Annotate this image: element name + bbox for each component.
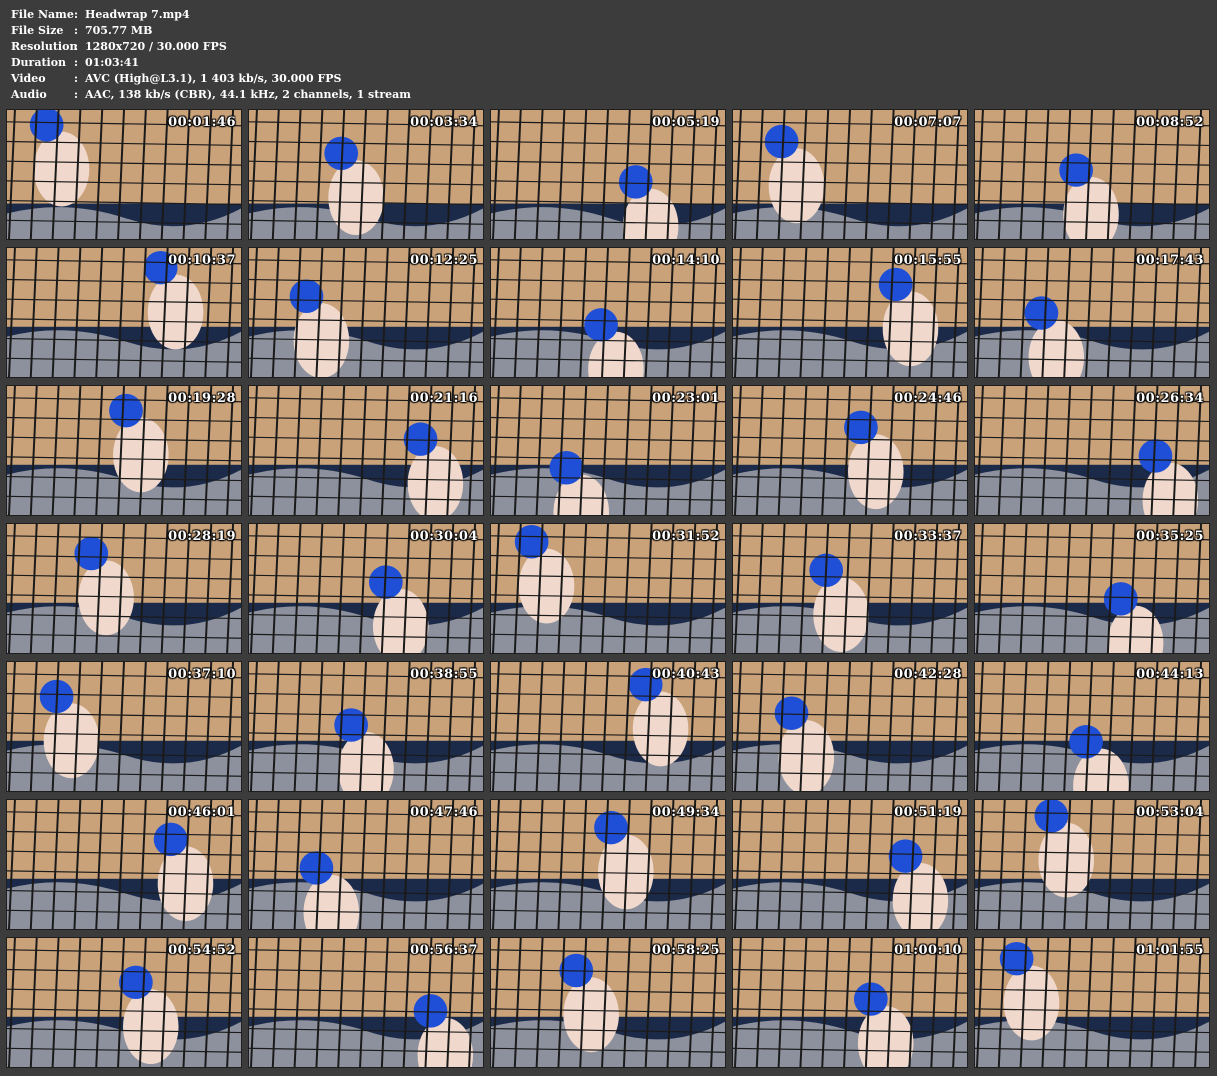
thumbnail-timestamp: 01:00:10	[894, 943, 962, 958]
thumbnail-timestamp: 00:05:19	[652, 115, 720, 130]
info-row: Audio: AAC, 138 kb/s (CBR), 44.1 kHz, 2 c…	[11, 87, 411, 103]
thumbnail-timestamp: 00:15:55	[894, 253, 962, 268]
thumbnail-timestamp: 00:23:01	[652, 391, 720, 406]
video-thumbnail[interactable]: 00:19:28	[6, 385, 242, 516]
info-separator: :	[74, 72, 79, 85]
video-thumbnail[interactable]: 00:15:55	[732, 247, 968, 378]
thumbnail-timestamp: 00:49:34	[652, 805, 720, 820]
info-separator: :	[74, 24, 79, 37]
video-thumbnail[interactable]: 00:03:34	[248, 109, 484, 240]
video-thumbnail[interactable]: 00:40:43	[490, 661, 726, 792]
info-row: Duration:01:03:41	[11, 55, 411, 71]
thumbnail-timestamp: 00:21:16	[410, 391, 478, 406]
thumbnail-timestamp: 00:26:34	[1136, 391, 1204, 406]
info-row: File Name: Headwrap 7.mp4	[11, 7, 411, 23]
info-value: 1280x720 / 30.000 FPS	[85, 40, 227, 53]
video-thumbnail[interactable]: 00:56:37	[248, 937, 484, 1068]
thumbnail-timestamp: 00:24:46	[894, 391, 962, 406]
video-thumbnail[interactable]: 00:38:55	[248, 661, 484, 792]
video-thumbnail[interactable]: 00:05:19	[490, 109, 726, 240]
thumbnail-timestamp: 00:07:07	[894, 115, 962, 130]
video-thumbnail[interactable]: 01:01:55	[974, 937, 1210, 1068]
thumbnail-timestamp: 00:42:28	[894, 667, 962, 682]
video-thumbnail[interactable]: 00:47:46	[248, 799, 484, 930]
video-thumbnail[interactable]: 00:12:25	[248, 247, 484, 378]
video-thumbnail[interactable]: 00:28:19	[6, 523, 242, 654]
video-thumbnail[interactable]: 00:08:52	[974, 109, 1210, 240]
thumbnail-timestamp: 00:38:55	[410, 667, 478, 682]
info-row: Video: AVC (High@L3.1), 1 403 kb/s, 30.00…	[11, 71, 411, 87]
info-label: Resolution	[11, 40, 78, 53]
info-label: Video	[11, 72, 46, 85]
video-thumbnail[interactable]: 00:10:37	[6, 247, 242, 378]
thumbnail-timestamp: 00:14:10	[652, 253, 720, 268]
info-separator: :	[74, 56, 79, 69]
video-thumbnail[interactable]: 00:23:01	[490, 385, 726, 516]
thumbnail-timestamp: 00:40:43	[652, 667, 720, 682]
video-thumbnail[interactable]: 00:33:37	[732, 523, 968, 654]
info-value: AVC (High@L3.1), 1 403 kb/s, 30.000 FPS	[85, 72, 342, 85]
info-label: Audio	[11, 88, 47, 101]
thumbnail-grid: 00:01:46 00:03:34 00:05:19 00:07:07 00:08:52…	[6, 109, 1211, 1070]
info-value: 705.77 MB	[85, 24, 153, 37]
info-label: Duration	[11, 56, 67, 69]
thumbnail-timestamp: 00:56:37	[410, 943, 478, 958]
thumbnail-timestamp: 00:37:10	[168, 667, 236, 682]
video-thumbnail[interactable]: 00:46:01	[6, 799, 242, 930]
thumbnail-timestamp: 00:01:46	[168, 115, 236, 130]
video-thumbnail[interactable]: 00:54:52	[6, 937, 242, 1068]
video-thumbnail[interactable]: 00:35:25	[974, 523, 1210, 654]
video-thumbnail[interactable]: 00:01:46	[6, 109, 242, 240]
file-info-panel: File Name: Headwrap 7.mp4 File Size:705.77…	[11, 7, 411, 103]
thumbnail-timestamp: 00:46:01	[168, 805, 236, 820]
thumbnail-timestamp: 00:31:52	[652, 529, 720, 544]
video-thumbnail[interactable]: 00:17:43	[974, 247, 1210, 378]
video-thumbnail[interactable]: 00:24:46	[732, 385, 968, 516]
video-thumbnail[interactable]: 00:07:07	[732, 109, 968, 240]
thumbnail-timestamp: 00:47:46	[410, 805, 478, 820]
thumbnail-timestamp: 00:17:43	[1136, 253, 1204, 268]
info-label: File Size	[11, 24, 64, 37]
video-thumbnail[interactable]: 00:49:34	[490, 799, 726, 930]
thumbnail-timestamp: 00:51:19	[894, 805, 962, 820]
video-thumbnail[interactable]: 00:53:04	[974, 799, 1210, 930]
thumbnail-timestamp: 01:01:55	[1136, 943, 1204, 958]
thumbnail-timestamp: 00:54:52	[168, 943, 236, 958]
thumbnail-timestamp: 00:28:19	[168, 529, 236, 544]
video-thumbnail[interactable]: 00:14:10	[490, 247, 726, 378]
video-thumbnail[interactable]: 01:00:10	[732, 937, 968, 1068]
thumbnail-timestamp: 00:08:52	[1136, 115, 1204, 130]
thumbnail-timestamp: 00:53:04	[1136, 805, 1204, 820]
thumbnail-timestamp: 00:30:04	[410, 529, 478, 544]
thumbnail-timestamp: 00:35:25	[1136, 529, 1204, 544]
thumbnail-timestamp: 00:58:25	[652, 943, 720, 958]
video-thumbnail[interactable]: 00:51:19	[732, 799, 968, 930]
video-thumbnail[interactable]: 00:26:34	[974, 385, 1210, 516]
thumbnail-timestamp: 00:19:28	[168, 391, 236, 406]
info-separator: :	[74, 8, 79, 21]
info-row: File Size:705.77 MB	[11, 23, 411, 39]
video-thumbnail[interactable]: 00:37:10	[6, 661, 242, 792]
video-thumbnail[interactable]: 00:42:28	[732, 661, 968, 792]
thumbnail-timestamp: 00:12:25	[410, 253, 478, 268]
info-separator: :	[74, 40, 79, 53]
video-thumbnail[interactable]: 00:21:16	[248, 385, 484, 516]
thumbnail-timestamp: 00:33:37	[894, 529, 962, 544]
thumbnail-timestamp: 00:44:13	[1136, 667, 1204, 682]
video-thumbnail[interactable]: 00:30:04	[248, 523, 484, 654]
video-thumbnail[interactable]: 00:44:13	[974, 661, 1210, 792]
video-thumbnail[interactable]: 00:31:52	[490, 523, 726, 654]
thumbnail-timestamp: 00:10:37	[168, 253, 236, 268]
info-row: Resolution:1280x720 / 30.000 FPS	[11, 39, 411, 55]
thumbnail-timestamp: 00:03:34	[410, 115, 478, 130]
info-separator: :	[74, 88, 79, 101]
info-label: File Name	[11, 8, 74, 21]
info-value: 01:03:41	[85, 56, 140, 69]
info-value: Headwrap 7.mp4	[85, 8, 190, 21]
video-thumbnail[interactable]: 00:58:25	[490, 937, 726, 1068]
info-value: AAC, 138 kb/s (CBR), 44.1 kHz, 2 channel…	[85, 88, 411, 101]
